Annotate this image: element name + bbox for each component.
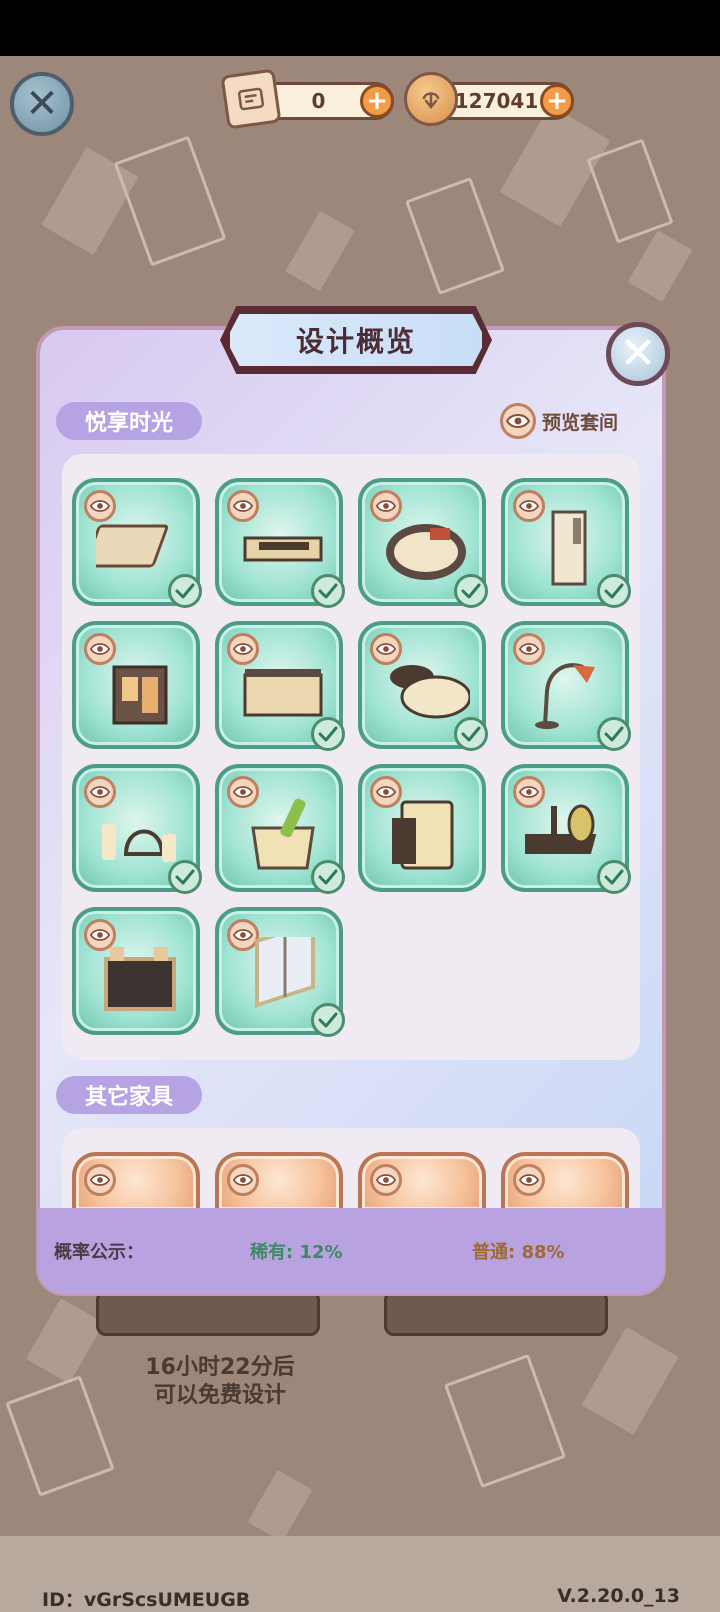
eye-icon[interactable]	[370, 1164, 402, 1196]
furniture-tile-round-bed[interactable]	[358, 478, 488, 608]
round-bed-icon	[386, 524, 466, 580]
owned-check-icon	[168, 574, 202, 608]
common-probability: 普通: 88%	[472, 1242, 565, 1263]
menu-board-icon	[104, 947, 176, 1011]
furniture-tile-tv-cabinet[interactable]	[215, 478, 345, 608]
single-design-button[interactable]	[96, 1290, 320, 1336]
drinks-cart-icon	[112, 665, 168, 725]
furniture-tile-round-coffee-table[interactable]	[358, 621, 488, 751]
close-icon[interactable]: ✕	[10, 72, 74, 136]
furniture-tile-candles[interactable]	[72, 764, 202, 894]
eye-icon	[500, 403, 536, 439]
air-conditioner-icon	[551, 510, 587, 586]
furniture-tile-window[interactable]	[215, 907, 345, 1037]
furniture-tile-drinks-cart[interactable]	[72, 621, 200, 749]
probability-label: 概率公示：	[54, 1242, 144, 1263]
sideboard-icon	[243, 669, 323, 717]
furniture-tile-mini-fridge[interactable]	[358, 764, 486, 892]
eye-icon[interactable]	[227, 1164, 259, 1196]
furniture-tile-champagne-bucket[interactable]	[215, 764, 345, 894]
preview-suite-button[interactable]: 预览套间	[500, 402, 618, 440]
eye-icon[interactable]	[513, 1164, 545, 1196]
preview-suite-label: 预览套间	[542, 411, 619, 434]
probability-bar: 概率公示： 稀有: 12% 普通: 88%	[38, 1208, 664, 1294]
furniture-tile-other-furniture-1[interactable]	[72, 1152, 200, 1210]
section-title-collection: 悦享时光	[56, 402, 202, 440]
coin-icon	[404, 72, 458, 126]
owned-check-icon	[597, 574, 631, 608]
furniture-tile-rug[interactable]	[72, 478, 202, 608]
owned-check-icon	[597, 860, 631, 894]
owned-check-icon	[311, 1003, 345, 1037]
mini-fridge-icon	[392, 800, 454, 870]
dialog-title: 设计概览	[295, 325, 416, 358]
owned-check-icon	[454, 574, 488, 608]
player-id: ID：vGrScsUMEUGB	[42, 1589, 251, 1611]
owned-check-icon	[311, 717, 345, 751]
rare-probability: 稀有: 12%	[250, 1242, 343, 1263]
furniture-tile-floor-lamp[interactable]	[501, 621, 631, 751]
eye-icon[interactable]	[84, 1164, 116, 1196]
furniture-tile-other-furniture-4[interactable]	[501, 1152, 629, 1210]
free-design-timer: 16小时22分后 可以免费设计	[145, 1355, 295, 1408]
candles-icon	[102, 824, 176, 862]
floor-lamp-icon	[535, 663, 595, 729]
status-bar	[0, 0, 720, 56]
add-scroll-button[interactable]: +	[360, 84, 394, 118]
furniture-tile-aroma-tray[interactable]	[501, 764, 631, 894]
rug-icon	[96, 524, 169, 568]
aroma-tray-icon	[525, 804, 597, 854]
tv-cabinet-icon	[243, 536, 323, 562]
furniture-tile-sideboard[interactable]	[215, 621, 345, 751]
title-banner: 设计概览	[226, 310, 486, 370]
dialog-close-icon[interactable]: ✕	[606, 322, 670, 386]
furniture-tile-other-furniture-3[interactable]	[358, 1152, 486, 1210]
owned-check-icon	[311, 574, 345, 608]
owned-check-icon	[168, 860, 202, 894]
champagne-bucket-icon	[251, 798, 315, 870]
furniture-tile-other-furniture-2[interactable]	[215, 1152, 343, 1210]
furniture-tile-menu-board[interactable]	[72, 907, 200, 1035]
ten-design-button[interactable]	[384, 1290, 608, 1336]
scroll-icon	[220, 68, 282, 130]
furniture-tile-air-conditioner[interactable]	[501, 478, 631, 608]
version-label: V.2.20.0_13	[557, 1585, 680, 1607]
owned-check-icon	[311, 860, 345, 894]
add-coin-button[interactable]: +	[540, 84, 574, 118]
round-coffee-table-icon	[390, 665, 470, 719]
section-title-other: 其它家具	[56, 1076, 202, 1114]
owned-check-icon	[454, 717, 488, 751]
owned-check-icon	[597, 717, 631, 751]
window-icon	[255, 937, 315, 1008]
